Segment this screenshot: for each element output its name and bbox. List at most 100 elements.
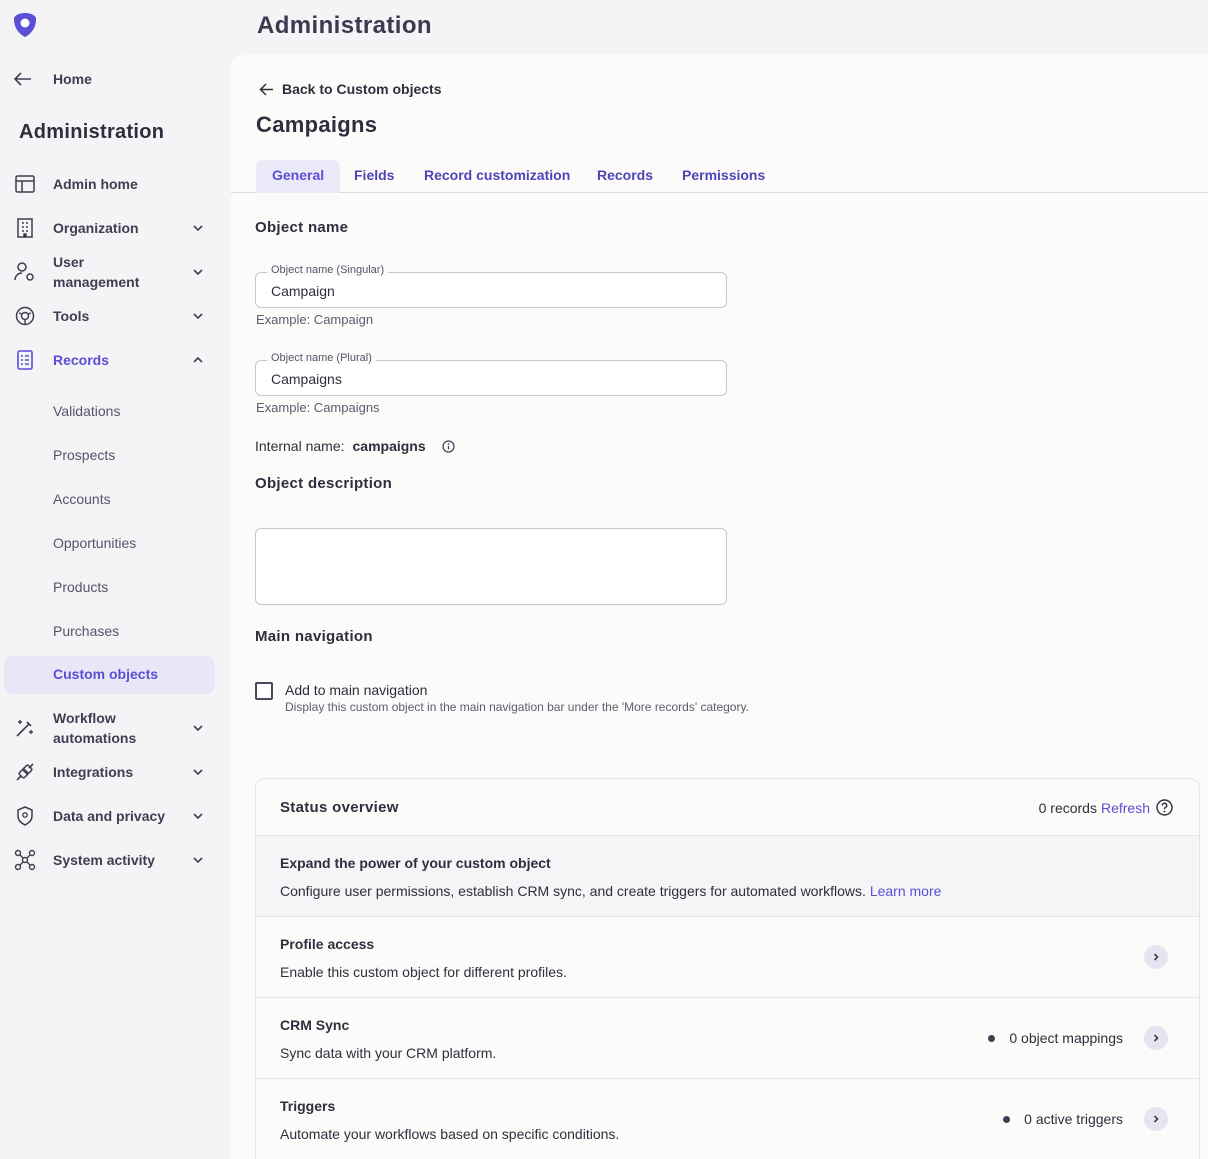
sidebar-subitem-purchases[interactable]: Purchases bbox=[4, 613, 215, 651]
shield-logo-icon[interactable] bbox=[11, 11, 39, 39]
chevron-down-icon bbox=[193, 813, 203, 820]
chevron-right-icon bbox=[1153, 1034, 1159, 1042]
sidebar-subitem-label: Prospects bbox=[53, 447, 116, 463]
tab-fields[interactable]: Fields bbox=[338, 160, 410, 193]
arrow-left-icon bbox=[259, 82, 273, 96]
sidebar-item-records[interactable]: Records bbox=[4, 349, 215, 371]
plural-help-text: Example: Campaigns bbox=[256, 400, 380, 415]
promo-banner: Expand the power of your custom object C… bbox=[256, 836, 1199, 917]
status-row-triggers[interactable]: Triggers Automate your workflows based o… bbox=[256, 1079, 1199, 1159]
object-title: Campaigns bbox=[256, 112, 378, 137]
layout-icon bbox=[14, 173, 36, 195]
arrow-left-icon bbox=[14, 72, 31, 86]
tab-bar: General Fields Record customization Reco… bbox=[231, 160, 1208, 193]
sidebar-subitem-label: Accounts bbox=[53, 491, 111, 507]
chevron-up-icon bbox=[193, 356, 203, 363]
info-icon[interactable] bbox=[442, 439, 455, 453]
sidebar-subitem-label: Validations bbox=[53, 403, 121, 419]
chevron-down-icon bbox=[193, 269, 203, 276]
sidebar-item-system-activity[interactable]: System activity bbox=[4, 849, 215, 871]
home-link[interactable]: Home bbox=[14, 68, 92, 90]
row-status-text: 0 active triggers bbox=[1024, 1111, 1123, 1127]
records-count: 0 records bbox=[1038, 799, 1097, 816]
sidebar-item-label: Workflow automations bbox=[53, 710, 137, 746]
sidebar-item-tools[interactable]: Tools bbox=[4, 305, 215, 327]
field-value: Campaign bbox=[271, 283, 335, 299]
sidebar: Home Administration Admin home Organizat… bbox=[0, 0, 231, 1159]
sidebar-title: Administration bbox=[19, 121, 165, 143]
field-value: Campaigns bbox=[271, 371, 342, 387]
page-header-title: Administration bbox=[257, 12, 432, 39]
status-row-crm-sync[interactable]: CRM Sync Sync data with your CRM platfor… bbox=[256, 998, 1199, 1079]
status-dot bbox=[1003, 1115, 1011, 1123]
object-description-textarea[interactable] bbox=[255, 528, 727, 605]
tab-permissions[interactable]: Permissions bbox=[666, 160, 781, 193]
sidebar-item-label: Integrations bbox=[53, 764, 134, 780]
internal-name-label: Internal name: bbox=[255, 438, 345, 454]
sidebar-subitem-prospects[interactable]: Prospects bbox=[4, 437, 215, 475]
object-name-heading: Object name bbox=[255, 219, 349, 236]
sidebar-item-user-management[interactable]: User management bbox=[4, 252, 215, 292]
row-open-button[interactable] bbox=[1144, 1107, 1168, 1131]
tab-general[interactable]: General bbox=[256, 160, 341, 193]
sidebar-item-label: Organization bbox=[53, 220, 139, 236]
chevron-down-icon bbox=[193, 225, 203, 232]
sidebar-subitem-label: Custom objects bbox=[53, 666, 159, 682]
sidebar-subitem-label: Products bbox=[53, 579, 109, 595]
sidebar-subitem-label: Purchases bbox=[53, 623, 120, 639]
sidebar-item-organization[interactable]: Organization bbox=[4, 217, 215, 239]
tab-record-customization[interactable]: Record customization bbox=[408, 160, 586, 193]
user-gear-icon bbox=[14, 261, 36, 283]
object-description-heading: Object description bbox=[255, 475, 393, 492]
row-open-button[interactable] bbox=[1144, 1026, 1168, 1050]
singular-help-text: Example: Campaign bbox=[256, 312, 374, 327]
chevron-right-icon bbox=[1153, 953, 1159, 961]
promo-description: Configure user permissions, establish CR… bbox=[280, 883, 941, 899]
records-count-area: 0 records Refresh bbox=[1039, 799, 1173, 816]
row-description: Sync data with your CRM platform. bbox=[280, 1045, 497, 1061]
shield-icon bbox=[14, 805, 36, 827]
learn-more-link[interactable]: Learn more bbox=[870, 883, 942, 899]
sidebar-item-label: Admin home bbox=[53, 176, 138, 192]
sidebar-item-label: User management bbox=[53, 254, 140, 290]
chevron-down-icon bbox=[193, 313, 203, 320]
internal-name-value: campaigns bbox=[352, 438, 426, 454]
object-name-plural-field[interactable]: Object name (Plural) Campaigns bbox=[255, 352, 727, 396]
chevron-down-icon bbox=[193, 857, 203, 864]
home-label: Home bbox=[53, 71, 92, 87]
building-icon bbox=[14, 217, 36, 239]
status-row-profile-access[interactable]: Profile access Enable this custom object… bbox=[256, 917, 1199, 998]
row-status-text: 0 object mappings bbox=[1009, 1030, 1123, 1046]
promo-title: Expand the power of your custom object bbox=[280, 855, 551, 871]
row-open-button[interactable] bbox=[1144, 945, 1168, 969]
tab-records[interactable]: Records bbox=[581, 160, 669, 193]
field-label: Object name (Singular) bbox=[267, 264, 389, 276]
main-panel: Back to Custom objects Campaigns General… bbox=[231, 55, 1208, 1159]
back-link-label: Back to Custom objects bbox=[282, 81, 442, 97]
sidebar-subitem-opportunities[interactable]: Opportunities bbox=[4, 525, 215, 563]
object-name-singular-field[interactable]: Object name (Singular) Campaign bbox=[255, 264, 727, 308]
row-description: Automate your workflows based on specifi… bbox=[280, 1126, 620, 1142]
back-to-custom-objects-link[interactable]: Back to Custom objects bbox=[259, 81, 441, 97]
main-navigation-heading: Main navigation bbox=[255, 628, 373, 645]
chevron-down-icon bbox=[193, 769, 203, 776]
refresh-link[interactable]: Refresh bbox=[1101, 800, 1150, 816]
sidebar-item-workflow-automations[interactable]: Workflow automations bbox=[4, 708, 215, 748]
row-title: CRM Sync bbox=[280, 1017, 350, 1033]
row-title: Triggers bbox=[280, 1098, 336, 1114]
sidebar-item-label: Tools bbox=[53, 308, 90, 324]
chevron-right-icon bbox=[1153, 1115, 1159, 1123]
sidebar-item-data-and-privacy[interactable]: Data and privacy bbox=[4, 805, 215, 827]
sidebar-subitem-products[interactable]: Products bbox=[4, 569, 215, 607]
sidebar-subitem-custom-objects[interactable]: Custom objects bbox=[4, 656, 215, 694]
records-icon bbox=[14, 349, 36, 371]
status-overview-card: Status overview 0 records Refresh Expand… bbox=[255, 778, 1200, 1159]
sidebar-subitem-accounts[interactable]: Accounts bbox=[4, 481, 215, 519]
help-circle-icon[interactable] bbox=[1156, 799, 1173, 816]
row-description: Enable this custom object for different … bbox=[280, 964, 567, 980]
sidebar-item-admin-home[interactable]: Admin home bbox=[4, 173, 215, 195]
add-to-main-navigation-checkbox[interactable] bbox=[255, 682, 273, 700]
sidebar-item-integrations[interactable]: Integrations bbox=[4, 761, 215, 783]
sidebar-subitem-validations[interactable]: Validations bbox=[4, 393, 215, 431]
row-title: Profile access bbox=[280, 936, 375, 952]
